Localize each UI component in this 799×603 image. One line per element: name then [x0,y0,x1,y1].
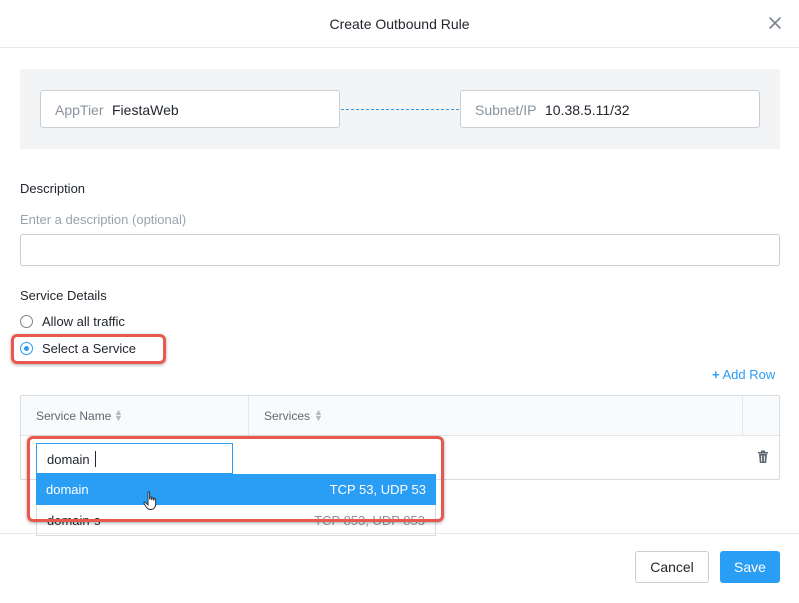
footer-divider [0,533,799,534]
source-value: FiestaWeb [112,102,179,118]
allow-all-traffic-radio[interactable] [20,315,33,328]
select-a-service-radio[interactable] [20,342,33,355]
destination-value: 10.38.5.11/32 [545,102,630,118]
sort-icon[interactable]: ▲ ▼ [114,408,123,423]
column-divider [742,396,743,436]
plus-icon: + [712,367,720,382]
destination-label: Subnet/IP [475,102,537,118]
description-title: Description [20,181,86,196]
column-header-services[interactable]: Services [264,409,310,423]
description-input[interactable] [20,234,780,266]
sort-icon[interactable]: ▲ ▼ [314,408,323,423]
save-button[interactable]: Save [720,551,780,583]
allow-all-traffic-label[interactable]: Allow all traffic [42,314,125,329]
table-header-row [21,396,779,436]
source-label: AppTier [55,102,104,118]
connection-line [341,109,459,110]
add-row-label: Add Row [722,367,776,382]
hand-cursor-icon [143,491,159,511]
trash-icon[interactable] [756,450,770,464]
service-details-title: Service Details [20,288,107,303]
dropdown-highlight [27,436,444,522]
cancel-button[interactable]: Cancel [635,551,709,583]
column-divider [248,396,249,436]
column-header-service-name[interactable]: Service Name [36,409,111,423]
close-icon[interactable] [766,14,784,32]
select-a-service-label[interactable]: Select a Service [42,341,136,356]
add-row-link[interactable]: + Add Row [712,367,775,382]
description-hint: Enter a description (optional) [20,212,187,227]
dialog-title: Create Outbound Rule [329,16,470,32]
